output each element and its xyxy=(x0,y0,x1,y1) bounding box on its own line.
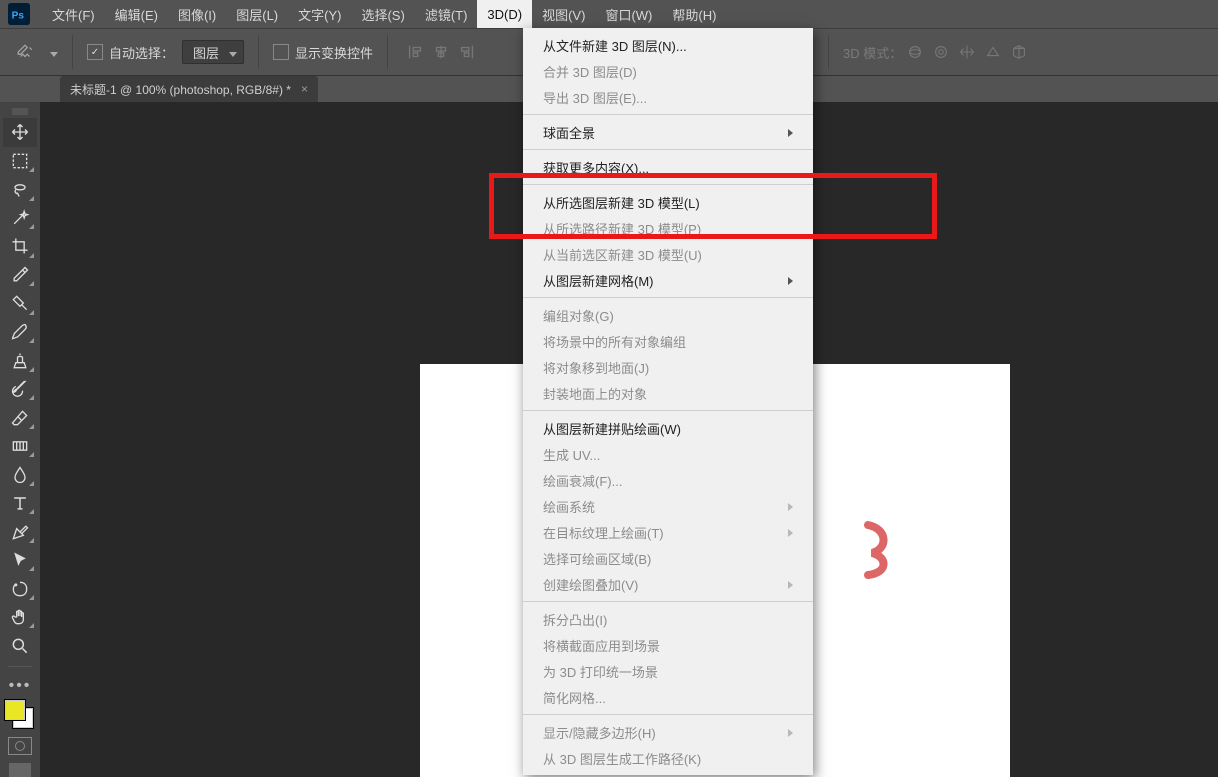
dropdown-item-0[interactable]: 从文件新建 3D 图层(N)... xyxy=(523,32,813,58)
color-swatches[interactable] xyxy=(5,700,35,727)
foreground-color-swatch[interactable] xyxy=(5,700,25,720)
align-hcenter-icon xyxy=(428,39,454,65)
auto-select-target-select[interactable]: 图层 xyxy=(182,40,244,64)
menu-item-0[interactable]: 文件(F) xyxy=(42,0,105,28)
document-title: 未标题-1 @ 100% (photoshop, RGB/8#) * xyxy=(70,81,291,98)
dropdown-item-9: 从所选路径新建 3D 模型(P) xyxy=(523,215,813,241)
dropdown-item-22: 在目标纹理上绘画(T) xyxy=(523,519,813,545)
pen-tool[interactable] xyxy=(3,517,37,546)
shape-tool[interactable] xyxy=(3,574,37,603)
eyedropper-tool[interactable] xyxy=(3,261,37,290)
dropdown-item-16: 封装地面上的对象 xyxy=(523,380,813,406)
auto-select-group[interactable]: ✓ 自动选择： 图层 xyxy=(75,29,256,75)
canvas-artwork xyxy=(860,519,900,579)
menu-item-8[interactable]: 视图(V) xyxy=(532,0,595,28)
3d-orbit-icon xyxy=(902,39,928,65)
dropdown-item-13: 编组对象(G) xyxy=(523,302,813,328)
move-tool[interactable] xyxy=(3,118,37,147)
toolbar-grip[interactable] xyxy=(12,108,28,115)
dropdown-item-15: 将对象移到地面(J) xyxy=(523,354,813,380)
dropdown-item-8[interactable]: 从所选图层新建 3D 模型(L) xyxy=(523,189,813,215)
dropdown-item-18[interactable]: 从图层新建拼贴绘画(W) xyxy=(523,415,813,441)
type-tool[interactable] xyxy=(3,489,37,518)
show-transform-checkbox[interactable] xyxy=(273,44,289,60)
dropdown-item-20: 绘画衰减(F)... xyxy=(523,467,813,493)
quick-mask-toggle[interactable] xyxy=(8,737,32,755)
close-tab-icon[interactable]: × xyxy=(301,82,308,96)
menu-item-7[interactable]: 3D(D) xyxy=(477,0,532,28)
dropdown-item-10: 从当前选区新建 3D 模型(U) xyxy=(523,241,813,267)
dropdown-item-1: 合并 3D 图层(D) xyxy=(523,58,813,84)
menu-item-1[interactable]: 编辑(E) xyxy=(105,0,168,28)
3d-pan-icon xyxy=(954,39,980,65)
dropdown-item-19: 生成 UV... xyxy=(523,441,813,467)
dropdown-item-29: 简化网格... xyxy=(523,684,813,710)
align-left-icon xyxy=(402,39,428,65)
path-selection-tool[interactable] xyxy=(3,546,37,575)
dropdown-item-23: 选择可绘画区域(B) xyxy=(523,545,813,571)
dropdown-item-27: 将横截面应用到场景 xyxy=(523,632,813,658)
dropdown-item-21: 绘画系统 xyxy=(523,493,813,519)
auto-select-checkbox[interactable]: ✓ xyxy=(87,44,103,60)
3d-menu-dropdown: 从文件新建 3D 图层(N)...合并 3D 图层(D)导出 3D 图层(E).… xyxy=(523,28,813,775)
hand-tool[interactable] xyxy=(3,603,37,632)
dropdown-item-28: 为 3D 打印统一场景 xyxy=(523,658,813,684)
dropdown-item-24: 创建绘图叠加(V) xyxy=(523,571,813,597)
menu-item-4[interactable]: 文字(Y) xyxy=(288,0,351,28)
dropdown-item-26: 拆分凸出(I) xyxy=(523,606,813,632)
dropdown-item-32: 从 3D 图层生成工作路径(K) xyxy=(523,745,813,771)
menu-item-10[interactable]: 帮助(H) xyxy=(662,0,726,28)
menu-item-2[interactable]: 图像(I) xyxy=(168,0,226,28)
edit-toolbar[interactable]: ••• xyxy=(3,676,37,696)
marquee-tool[interactable] xyxy=(3,147,37,176)
chevron-down-icon[interactable] xyxy=(40,45,58,60)
align-right-icon xyxy=(454,39,480,65)
history-brush-tool[interactable] xyxy=(3,375,37,404)
menubar: Ps 文件(F)编辑(E)图像(I)图层(L)文字(Y)选择(S)滤镜(T)3D… xyxy=(0,0,1218,28)
3d-slide-icon xyxy=(980,39,1006,65)
tool-preset-icon[interactable] xyxy=(12,39,38,65)
gradient-tool[interactable] xyxy=(3,432,37,461)
zoom-tool[interactable] xyxy=(3,631,37,660)
3d-mode-label: 3D 模式： xyxy=(843,43,902,62)
auto-select-value: 图层 xyxy=(193,43,219,62)
clone-stamp-tool[interactable] xyxy=(3,346,37,375)
menu-item-5[interactable]: 选择(S) xyxy=(351,0,414,28)
crop-tool[interactable] xyxy=(3,232,37,261)
show-transform-group[interactable]: 显示变换控件 xyxy=(261,29,385,75)
show-transform-label: 显示变换控件 xyxy=(295,43,373,62)
blur-tool[interactable] xyxy=(3,460,37,489)
chevron-down-icon xyxy=(219,45,237,60)
screen-mode-toggle[interactable] xyxy=(9,763,31,777)
magic-wand-tool[interactable] xyxy=(3,204,37,233)
lasso-tool[interactable] xyxy=(3,175,37,204)
3d-scale-icon xyxy=(1006,39,1032,65)
menu-item-9[interactable]: 窗口(W) xyxy=(595,0,662,28)
dropdown-item-14: 将场景中的所有对象编组 xyxy=(523,328,813,354)
dropdown-item-6[interactable]: 获取更多内容(X)... xyxy=(523,154,813,180)
app-logo: Ps xyxy=(6,1,32,27)
auto-select-label: 自动选择： xyxy=(109,43,174,62)
3d-roll-icon xyxy=(928,39,954,65)
dropdown-item-11[interactable]: 从图层新建网格(M) xyxy=(523,267,813,293)
toolbar: ••• xyxy=(0,102,40,777)
eraser-tool[interactable] xyxy=(3,403,37,432)
dropdown-item-31: 显示/隐藏多边形(H) xyxy=(523,719,813,745)
svg-text:Ps: Ps xyxy=(12,11,25,22)
healing-brush-tool[interactable] xyxy=(3,289,37,318)
dropdown-item-2: 导出 3D 图层(E)... xyxy=(523,84,813,110)
brush-tool[interactable] xyxy=(3,318,37,347)
dropdown-item-4[interactable]: 球面全景 xyxy=(523,119,813,145)
menu-item-6[interactable]: 滤镜(T) xyxy=(415,0,478,28)
menu-item-3[interactable]: 图层(L) xyxy=(226,0,288,28)
document-tab[interactable]: 未标题-1 @ 100% (photoshop, RGB/8#) * × xyxy=(60,76,318,102)
